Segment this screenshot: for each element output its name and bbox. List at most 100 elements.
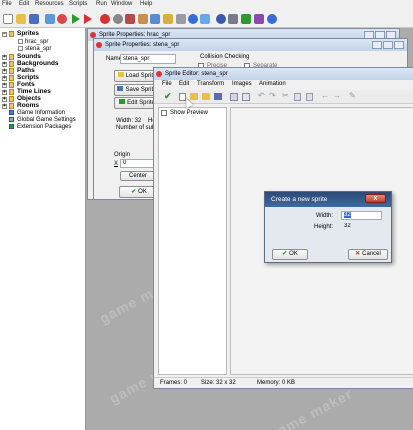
edit-pencil-icon[interactable]: ✎ (349, 91, 356, 100)
collision-checking-label: Collision Checking (200, 54, 250, 60)
sprite-editor-toolbar: ✔ ↶ ↷ ✂ ← → ✎ (154, 90, 413, 104)
button-label: Cancel (362, 251, 381, 257)
memory-status: Memory: 0 KB (257, 380, 296, 386)
add-sprite-icon[interactable] (100, 14, 110, 24)
help-icon[interactable] (267, 14, 277, 24)
add-object-icon[interactable] (188, 14, 198, 24)
menu-file[interactable]: File (2, 1, 12, 7)
folder-icon (9, 31, 14, 37)
sprite-icon (156, 71, 162, 77)
center-button[interactable]: Center (120, 171, 156, 181)
manual-icon[interactable] (254, 14, 264, 24)
editor-menu-file[interactable]: File (162, 81, 172, 87)
add-room-icon[interactable] (200, 14, 210, 24)
button-label: OK (289, 251, 298, 257)
add-font-icon[interactable] (163, 14, 173, 24)
window-titlebar[interactable]: Sprite Editor: stena_spr (154, 68, 413, 80)
tree-label: Sprites (17, 30, 40, 37)
save-exe-icon[interactable] (45, 14, 55, 24)
close-icon[interactable]: x (365, 194, 386, 203)
shift-left-icon[interactable]: ← (321, 91, 329, 100)
maximize-button[interactable] (383, 41, 393, 49)
button-label: Save Sprite (125, 87, 157, 93)
undo-icon[interactable]: ↶ (258, 91, 265, 100)
x-label: X (114, 161, 119, 167)
origin-x-field[interactable]: 0 (120, 159, 154, 168)
redo-icon[interactable]: ↷ (269, 91, 276, 100)
button-label: OK (138, 189, 147, 195)
origin-label: Origin (114, 152, 131, 158)
checkmark-icon: ✔ (282, 251, 288, 257)
add-background-icon[interactable] (125, 14, 135, 24)
cancel-button[interactable]: ✕ Cancel (348, 249, 388, 260)
height-label: Height: (314, 224, 334, 230)
menu-run[interactable]: Run (96, 1, 107, 7)
new-game-icon[interactable] (3, 14, 13, 24)
add-script-icon[interactable] (150, 14, 160, 24)
menu-edit[interactable]: Edit (19, 1, 29, 7)
ok-button[interactable]: ✔ OK (272, 249, 308, 260)
menu-scripts[interactable]: Scripts (69, 1, 87, 7)
preview-panel: Show Preview (158, 107, 227, 375)
tree-label: stena_spr (25, 46, 52, 52)
resource-tree: − Sprites hrac_spr stena_spr + Sounds + … (0, 28, 86, 430)
tree-sprites[interactable]: − Sprites (0, 30, 80, 38)
frames-status: Frames: 0 (160, 380, 188, 386)
add-timeline-icon[interactable] (176, 14, 186, 24)
button-label: Load Sprite (125, 73, 157, 79)
global-settings-icon[interactable] (228, 14, 238, 24)
publish-icon[interactable] (57, 14, 67, 24)
show-preview-label: Show Preview (170, 110, 209, 116)
editor-menu-animation[interactable]: Animation (259, 81, 286, 87)
dialog-title: Create a new sprite (271, 196, 328, 203)
save-icon[interactable] (29, 14, 39, 24)
menu-window[interactable]: Window (111, 1, 132, 7)
delete-frame-icon[interactable] (242, 93, 250, 101)
size-status: Size: 32 x 32 (201, 380, 236, 386)
run-icon[interactable] (72, 14, 80, 24)
sprite-icon (18, 39, 23, 44)
insert-frame-icon[interactable] (230, 93, 238, 101)
editor-menu-transform[interactable]: Transform (197, 81, 224, 87)
settings-icon (9, 117, 14, 122)
main-toolbar (0, 11, 413, 28)
checkmark-icon: ✔ (131, 189, 137, 195)
window-controls (372, 41, 404, 49)
width-label: Width: 32 (116, 118, 142, 124)
show-preview-checkbox[interactable] (161, 110, 167, 116)
menu-resources[interactable]: Resources (35, 1, 64, 7)
add-path-icon[interactable] (138, 14, 148, 24)
add-sound-icon[interactable] (113, 14, 123, 24)
collapse-toggle-icon[interactable]: − (2, 32, 7, 37)
add-image-icon[interactable] (202, 93, 210, 100)
minimize-button[interactable] (372, 41, 382, 49)
name-field[interactable]: stena_spr (120, 54, 176, 64)
confirm-check-icon[interactable]: ✔ (164, 91, 172, 102)
cut-icon[interactable]: ✂ (282, 91, 289, 100)
game-info-icon[interactable] (216, 14, 226, 24)
save-image-icon[interactable] (214, 93, 222, 100)
paste-icon[interactable] (306, 93, 313, 101)
create-sprite-dialog: Create a new sprite x Width: 32 Height: … (264, 191, 392, 263)
menu-help[interactable]: Help (140, 1, 152, 7)
extension-icon (9, 124, 14, 129)
width-input[interactable]: 32 (341, 211, 382, 220)
copy-icon[interactable] (294, 93, 301, 101)
debug-icon[interactable] (84, 14, 92, 24)
folder-icon (117, 72, 124, 77)
extensions-icon[interactable] (241, 14, 251, 24)
shift-right-icon[interactable]: → (333, 91, 341, 100)
sprite-editor-menubar: File Edit Transform Images Animation (154, 80, 413, 90)
width-value-selected: 32 (344, 212, 351, 218)
tree-extension-packages[interactable]: Extension Packages (3, 123, 85, 131)
window-titlebar[interactable]: Sprite Properties: stena_spr (94, 39, 407, 51)
tree-item-stena-spr[interactable]: stena_spr (18, 45, 84, 53)
close-button[interactable] (394, 41, 404, 49)
editor-menu-images[interactable]: Images (232, 81, 252, 87)
open-icon[interactable] (16, 14, 26, 24)
editor-menu-edit[interactable]: Edit (179, 81, 189, 87)
sprite-icon (96, 42, 102, 48)
dialog-titlebar[interactable]: Create a new sprite x (265, 192, 391, 207)
height-input[interactable]: 32 (341, 222, 382, 231)
info-icon (9, 110, 14, 115)
